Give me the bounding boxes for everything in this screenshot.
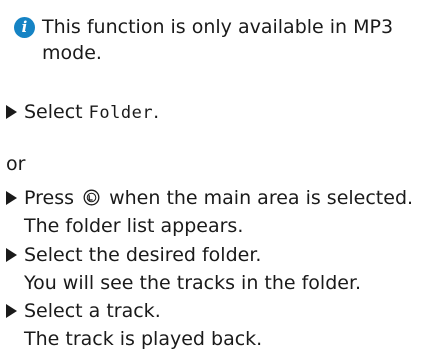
info-note-text: This function is only available in MP3 m… <box>42 14 444 66</box>
step-action: Select Folder. <box>24 99 446 126</box>
step-arrow-icon <box>6 248 17 262</box>
info-icon: i <box>14 17 35 38</box>
step-action: Select the desired folder. <box>24 244 262 266</box>
step-result: You will see the tracks in the folder. <box>24 272 362 294</box>
info-note-line-2: mode. <box>42 42 102 64</box>
step-arrow-icon <box>6 191 17 205</box>
step-result: The folder list appears. <box>24 215 244 237</box>
or-connector: or <box>6 153 26 175</box>
step-arrow-icon <box>6 105 17 119</box>
step-action: Select a track. <box>24 300 161 322</box>
step-action-prefix: Select <box>24 101 89 123</box>
step-action-suffix: . <box>153 101 160 123</box>
step-action: Press when the main area is selected. <box>24 185 446 211</box>
step-action-after: when the main area is selected. <box>103 187 414 209</box>
info-note-line-1: This function is only available in MP3 <box>42 16 394 38</box>
manual-page: i This function is only available in MP3… <box>0 0 447 350</box>
step-arrow-icon <box>6 304 17 318</box>
controller-press-icon <box>83 189 100 206</box>
step-result: The track is played back. <box>24 328 263 350</box>
step-action-before: Press <box>24 187 81 209</box>
menu-item-folder: Folder <box>88 103 154 123</box>
